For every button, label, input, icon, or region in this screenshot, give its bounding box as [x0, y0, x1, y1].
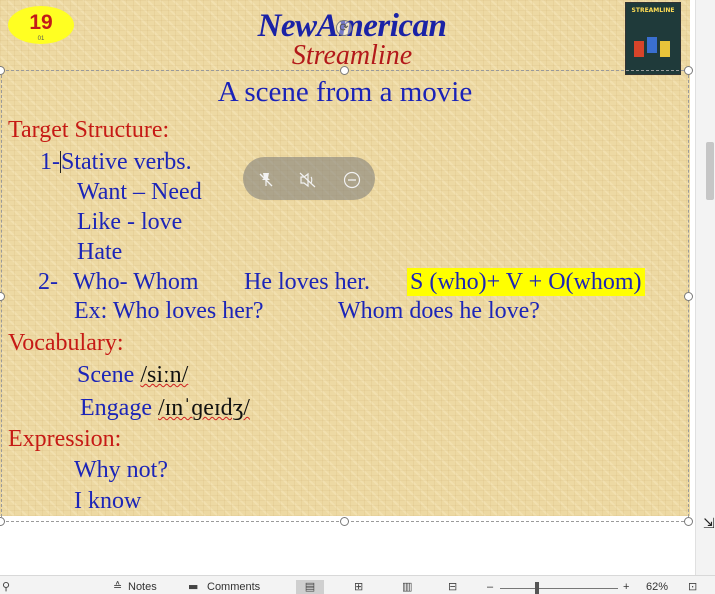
notes-button[interactable]: Notes	[128, 580, 157, 594]
resize-handle-top-right[interactable]	[684, 66, 693, 75]
slideshow-icon[interactable]: ⊟	[448, 580, 457, 594]
reading-view-icon[interactable]: ▥	[402, 580, 412, 594]
normal-view-icon[interactable]: ▤	[296, 580, 324, 594]
scrollbar-thumb[interactable]	[706, 142, 714, 200]
textbox-selection-frame	[1, 70, 689, 522]
comments-button[interactable]: Comments	[207, 580, 260, 594]
book-block-yellow	[660, 41, 670, 57]
book-block-red	[634, 41, 644, 57]
resize-handle-right[interactable]	[684, 292, 693, 301]
notes-icon: ≙	[113, 580, 123, 593]
zoom-out-button[interactable]: –	[487, 580, 493, 594]
book-block-blue	[647, 37, 657, 53]
resize-handle-bottom[interactable]	[340, 517, 349, 526]
zoom-in-button[interactable]: +	[623, 580, 629, 594]
resize-handle-bottom-right[interactable]	[684, 517, 693, 526]
resize-handle-bottom-left[interactable]	[0, 517, 5, 526]
status-bar: ⚲ ≙ Notes ▬ Comments ▤ ⊞ ▥ ⊟ – + 62% ⊡	[0, 575, 715, 594]
book-cover-title: STREAMLINE	[631, 7, 675, 14]
resize-handle-top[interactable]	[340, 66, 349, 75]
vertical-scrollbar[interactable]	[695, 0, 715, 575]
zoom-level[interactable]: 62%	[646, 580, 668, 594]
comments-icon: ▬	[188, 580, 199, 593]
zoom-slider-knob[interactable]	[535, 582, 539, 594]
slide-sorter-icon[interactable]: ⊞	[354, 580, 363, 594]
slide-number: 19	[29, 11, 53, 34]
slide-number-badge: 19 01	[8, 6, 74, 44]
logo-streamline: Streamline	[291, 40, 413, 71]
accessibility-icon[interactable]: ⚲	[2, 580, 10, 594]
resize-cursor-icon: ⇲	[703, 516, 715, 532]
fit-to-window-icon[interactable]: ⊡	[688, 580, 697, 594]
rotate-handle[interactable]: ⟳	[336, 20, 352, 36]
book-cover-image[interactable]: STREAMLINE	[625, 2, 681, 75]
zoom-slider-track[interactable]	[500, 588, 618, 589]
slide-number-sub: 01	[37, 36, 45, 42]
powerpoint-editor: 19 01 NewAmerican Streamline STREAMLINE …	[0, 0, 715, 594]
